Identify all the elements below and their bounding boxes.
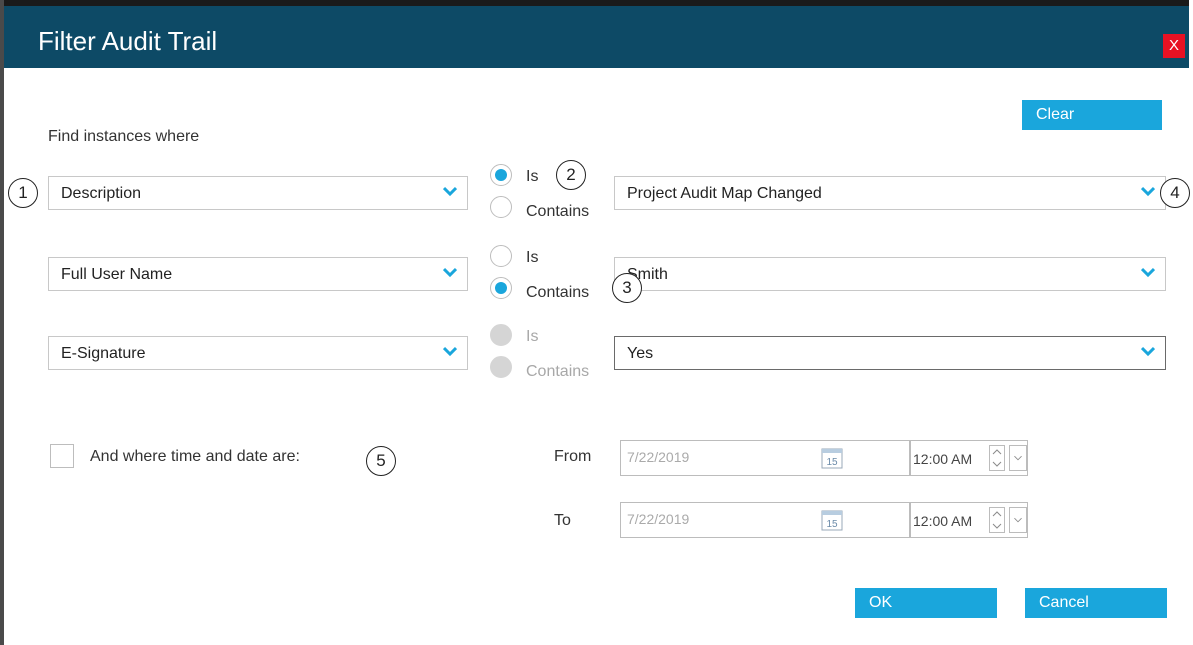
chevron-down-icon: [443, 267, 457, 278]
radio-is-row1[interactable]: [490, 164, 512, 186]
radio-is-row3: [490, 324, 512, 346]
callout-4: 4: [1160, 178, 1190, 208]
datetime-checkbox[interactable]: [50, 444, 74, 468]
radio-contains-row2[interactable]: [490, 277, 512, 299]
to-date-picker[interactable]: 7/22/2019 15: [620, 502, 910, 538]
dialog-title: Filter Audit Trail: [38, 26, 218, 56]
datetime-checkbox-label: And where time and date are:: [90, 448, 300, 465]
svg-text:15: 15: [826, 519, 838, 530]
chevron-down-icon: [1014, 517, 1022, 523]
calendar-icon[interactable]: 15: [821, 509, 843, 531]
callout-3: 3: [612, 273, 642, 303]
ok-button[interactable]: OK: [855, 588, 997, 618]
title-bar: Filter Audit Trail X: [4, 0, 1189, 68]
field-select-description[interactable]: Description: [48, 176, 468, 210]
callout-1: 1: [8, 178, 38, 208]
to-label: To: [554, 512, 571, 529]
radio-contains-label: Contains: [526, 203, 590, 220]
cancel-button[interactable]: Cancel: [1025, 588, 1167, 618]
radio-is-label: Is: [526, 249, 539, 266]
chevron-down-icon: [1141, 267, 1155, 278]
spin-up-icon[interactable]: [992, 509, 1002, 519]
from-date-value: 7/22/2019: [627, 449, 690, 465]
field-select-value: Description: [61, 185, 142, 202]
chevron-down-icon: [1141, 346, 1155, 357]
chevron-down-icon: [1014, 455, 1022, 461]
spin-up-icon[interactable]: [992, 447, 1002, 457]
calendar-icon[interactable]: 15: [821, 447, 843, 469]
clear-button[interactable]: Clear: [1022, 100, 1162, 130]
to-time-spinner[interactable]: [989, 507, 1005, 533]
radio-contains-label: Contains: [526, 284, 590, 301]
field-select-value: Full User Name: [61, 266, 173, 283]
from-time-picker[interactable]: 12:00 AM: [910, 440, 1028, 476]
window-left-border: [0, 0, 4, 645]
field-select-full-user-name[interactable]: Full User Name: [48, 257, 468, 291]
callout-5: 5: [366, 446, 396, 476]
field-select-value: E-Signature: [61, 345, 146, 362]
find-instances-label: Find instances where: [48, 128, 200, 145]
radio-contains-row3: [490, 356, 512, 378]
field-select-e-signature[interactable]: E-Signature: [48, 336, 468, 370]
radio-contains-row1[interactable]: [490, 196, 512, 218]
chevron-down-icon: [443, 186, 457, 197]
spin-down-icon[interactable]: [992, 459, 1002, 469]
spin-down-icon[interactable]: [992, 521, 1002, 531]
from-time-dropdown[interactable]: [1009, 445, 1027, 471]
radio-contains-label: Contains: [526, 363, 590, 380]
value-select-row1[interactable]: Project Audit Map Changed: [614, 176, 1166, 210]
to-time-value: 12:00 AM: [913, 513, 973, 529]
value-select-row3[interactable]: Yes: [614, 336, 1166, 370]
to-time-dropdown[interactable]: [1009, 507, 1027, 533]
radio-is-row2[interactable]: [490, 245, 512, 267]
from-time-value: 12:00 AM: [913, 451, 973, 467]
from-time-spinner[interactable]: [989, 445, 1005, 471]
chevron-down-icon: [1141, 186, 1155, 197]
value-select-row2[interactable]: Smith: [614, 257, 1166, 291]
value-select-text: Yes: [627, 345, 654, 362]
chevron-down-icon: [443, 346, 457, 357]
callout-2: 2: [556, 160, 586, 190]
from-date-picker[interactable]: 7/22/2019 15: [620, 440, 910, 476]
to-time-picker[interactable]: 12:00 AM: [910, 502, 1028, 538]
value-select-text: Project Audit Map Changed: [627, 185, 822, 202]
svg-text:15: 15: [826, 457, 838, 468]
from-label: From: [554, 448, 592, 465]
filter-audit-trail-dialog: Filter Audit Trail X Clear Find instance…: [0, 0, 1193, 645]
radio-is-label: Is: [526, 168, 539, 185]
radio-is-label: Is: [526, 328, 539, 345]
to-date-value: 7/22/2019: [627, 511, 690, 527]
close-button[interactable]: X: [1163, 34, 1185, 58]
